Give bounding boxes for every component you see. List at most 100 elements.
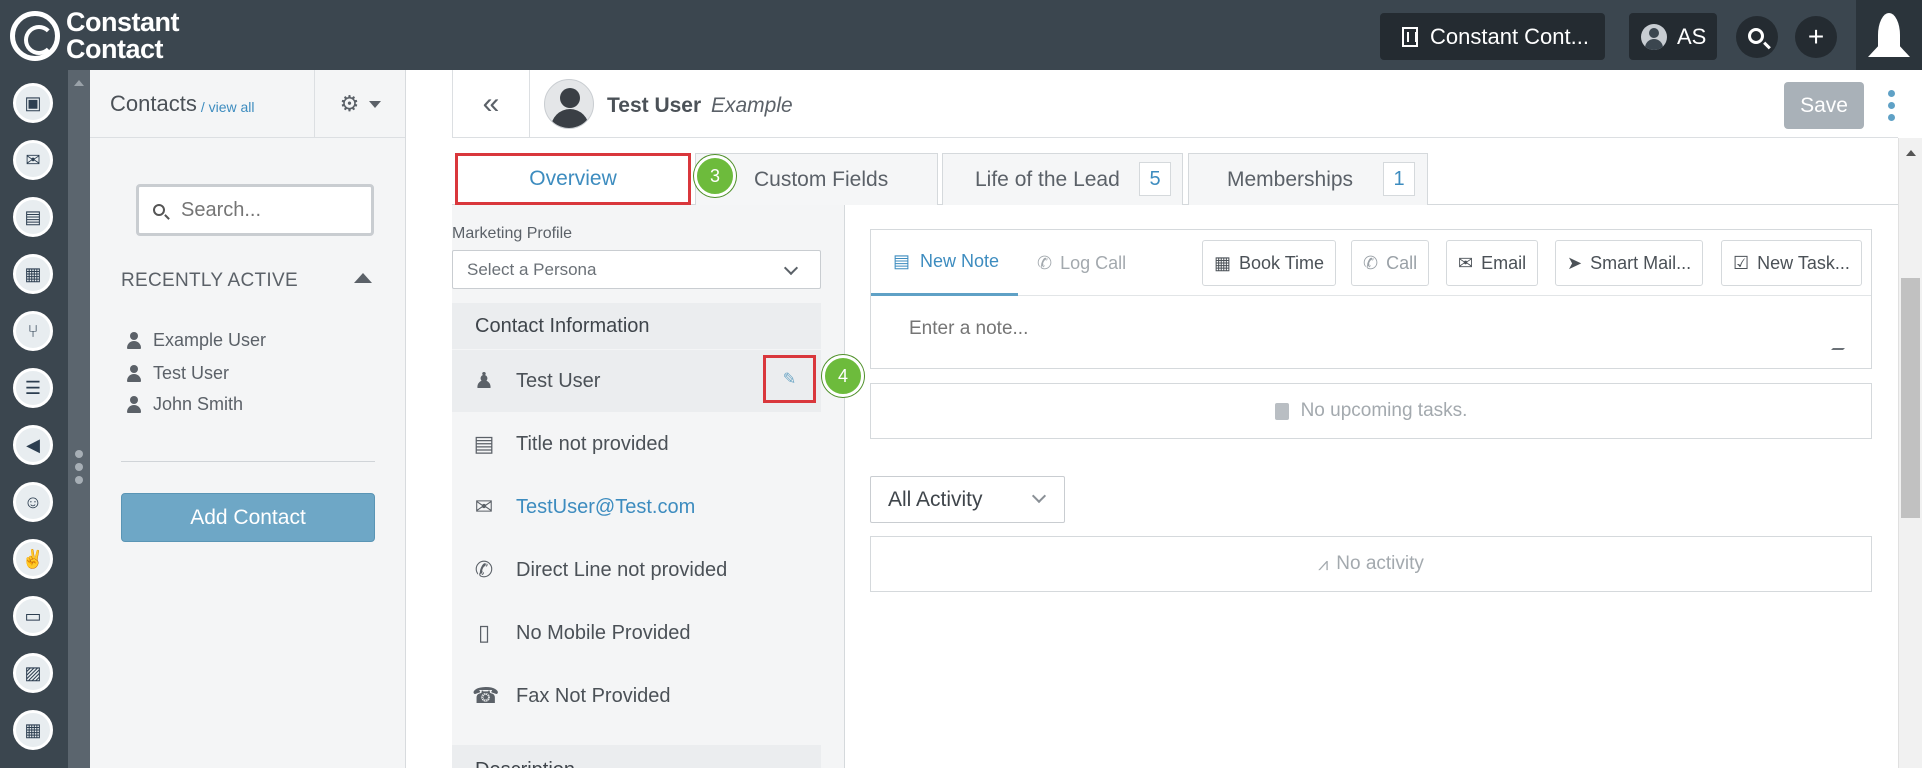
brand-line-1: Constant (66, 7, 180, 37)
double-chevron-left-icon: « (482, 87, 500, 120)
envelope-icon: ✉ (1458, 252, 1474, 273)
inbox-icon[interactable]: ✉ (13, 140, 53, 180)
contact-company: Example (711, 94, 793, 117)
calendar-icon[interactable]: ▦ (13, 710, 53, 750)
book-time-label: Book Time (1239, 252, 1325, 273)
tv-icon[interactable]: ▭ (13, 596, 53, 636)
constant-contact-logo-icon (10, 11, 60, 61)
envelope-icon: ✉ (474, 494, 494, 519)
activity-feed: ⩘ No activity (870, 536, 1872, 592)
title-row: ▤ Title not provided (452, 413, 821, 475)
resize-handle-icon[interactable] (1831, 338, 1855, 350)
smart-mail-button[interactable]: ➤ Smart Mail... (1555, 240, 1704, 286)
user-menu-button[interactable]: AS (1629, 13, 1717, 60)
recent-contact-item[interactable]: Test User (127, 363, 229, 384)
activity-chart-icon: ⩘ (1318, 553, 1329, 574)
count-badge: 5 (1139, 162, 1171, 196)
recent-contact-item[interactable]: John Smith (127, 394, 243, 415)
persona-value: Select a Persona (467, 259, 597, 279)
new-task-button[interactable]: ☑ New Task... (1721, 240, 1862, 286)
clipboard-icon[interactable]: ▤ (13, 197, 53, 237)
rail-scroll-up-icon[interactable] (74, 80, 84, 86)
persona-select[interactable]: Select a Persona (452, 250, 821, 289)
user-avatar-icon (1641, 23, 1667, 50)
activity-filter-select[interactable]: All Activity (870, 476, 1065, 523)
direct-line-value: Direct Line not provided (516, 558, 728, 581)
global-search-button[interactable] (1736, 16, 1778, 58)
megaphone-icon[interactable]: ◀ (13, 425, 53, 465)
tab-memberships[interactable]: Memberships 1 (1188, 153, 1428, 205)
edit-contact-button[interactable]: ✎ (763, 355, 816, 403)
note-composer: ▤ New Note ✆ Log Call ▦ Book Time ✆ Call… (870, 229, 1872, 369)
recently-active-heading: RECENTLY ACTIVE (121, 270, 298, 291)
save-button[interactable]: Save (1784, 82, 1864, 129)
chevron-down-icon (1031, 488, 1047, 504)
add-contact-button[interactable]: Add Contact (121, 493, 375, 542)
main-scrollbar[interactable] (1898, 138, 1922, 768)
tab-life-of-the-lead[interactable]: Life of the Lead 5 (942, 153, 1183, 205)
image-icon[interactable]: ▨ (13, 653, 53, 693)
person-icon (127, 365, 141, 382)
sidebar-header: Contacts / view all ⚙ (90, 70, 405, 138)
tab-overview[interactable]: Overview (455, 153, 691, 205)
email-row: ✉ TestUser@Test.com (452, 476, 821, 538)
recent-contact-name: Example User (153, 330, 267, 350)
rail-drag-handle[interactable] (75, 450, 83, 489)
log-call-tab[interactable]: ✆ Log Call (1037, 230, 1126, 296)
quick-add-button[interactable]: + (1795, 16, 1837, 58)
note-tabs: ▤ New Note ✆ Log Call ▦ Book Time ✆ Call… (871, 230, 1871, 296)
contact-name: Test User (607, 94, 702, 117)
chat-icon[interactable]: ☺ (13, 482, 53, 522)
contact-information-heading: Contact Information (452, 303, 821, 349)
upcoming-tasks-panel: No upcoming tasks. (870, 383, 1872, 439)
rail-scroll-strip[interactable] (68, 70, 90, 768)
account-switcher-button[interactable]: Constant Cont... (1380, 13, 1605, 60)
collapse-sidebar-button[interactable]: « (452, 70, 530, 138)
call-button[interactable]: ✆ Call (1351, 240, 1430, 286)
more-options-icon[interactable] (1888, 90, 1896, 126)
activity-filter-value: All Activity (888, 487, 983, 511)
map-icon[interactable]: ▦ (13, 254, 53, 294)
email-link[interactable]: TestUser@Test.com (516, 496, 695, 519)
contact-search-input[interactable] (181, 198, 361, 222)
sidebar-title: Contacts (110, 90, 197, 116)
brand-logo[interactable]: Constant Contact (10, 7, 180, 64)
launch-button[interactable] (1856, 0, 1922, 70)
list-icon[interactable]: ☰ (13, 368, 53, 408)
settings-menu-button[interactable]: ⚙ (314, 70, 406, 138)
id-card-icon: ▤ (473, 431, 495, 456)
new-note-label: New Note (920, 251, 1000, 271)
view-all-link[interactable]: / view all (201, 99, 255, 115)
book-time-button[interactable]: ▦ Book Time (1202, 240, 1337, 286)
recent-contact-item[interactable]: Example User (127, 330, 266, 351)
marketing-profile-label: Marketing Profile (452, 225, 573, 242)
smart-mail-label: Smart Mail... (1590, 252, 1692, 273)
building-icon (1402, 26, 1418, 47)
phone-icon: ✆ (1363, 252, 1379, 273)
email-button[interactable]: ✉ Email (1446, 240, 1539, 286)
mobile-value: No Mobile Provided (516, 621, 691, 644)
new-note-tab[interactable]: ▤ New Note (871, 230, 1018, 296)
scroll-up-icon[interactable] (1906, 150, 1916, 156)
user-initials: AS (1677, 23, 1707, 49)
step-badge-4: 4 (822, 355, 864, 397)
search-icon (1747, 27, 1764, 44)
tab-label: Life of the Lead (975, 167, 1120, 191)
clipboard-check-icon: ☑ (1733, 252, 1750, 273)
thumbs-up-icon[interactable]: ✌ (13, 539, 53, 579)
contacts-icon[interactable]: ▣ (13, 83, 53, 123)
fax-row: ☎ Fax Not Provided (452, 665, 821, 727)
contact-search-box[interactable] (136, 184, 374, 236)
contact-avatar (544, 79, 594, 129)
scroll-thumb[interactable] (1901, 278, 1920, 518)
step-badge-3: 3 (694, 155, 736, 197)
description-heading: Description (452, 745, 821, 768)
brand-line-2: Contact (66, 34, 164, 64)
fax-icon: ☎ (472, 683, 500, 708)
contact-details-panel: Marketing Profile Select a Persona Conta… (452, 205, 845, 768)
gear-icon: ⚙ (339, 91, 360, 116)
pipeline-icon[interactable]: ⑂ (13, 311, 53, 351)
title-value: Title not provided (516, 432, 669, 455)
note-input[interactable] (909, 318, 1809, 340)
collapse-recent-icon[interactable] (354, 273, 372, 283)
